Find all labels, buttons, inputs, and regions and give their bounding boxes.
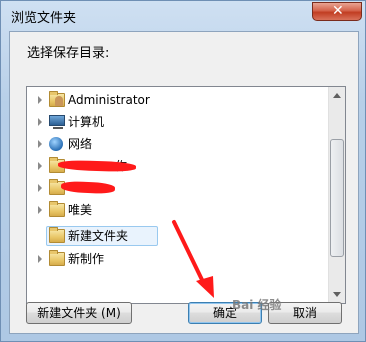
watermark: Bai 经验 [232,298,282,312]
annotation-arrow-icon [172,220,214,298]
